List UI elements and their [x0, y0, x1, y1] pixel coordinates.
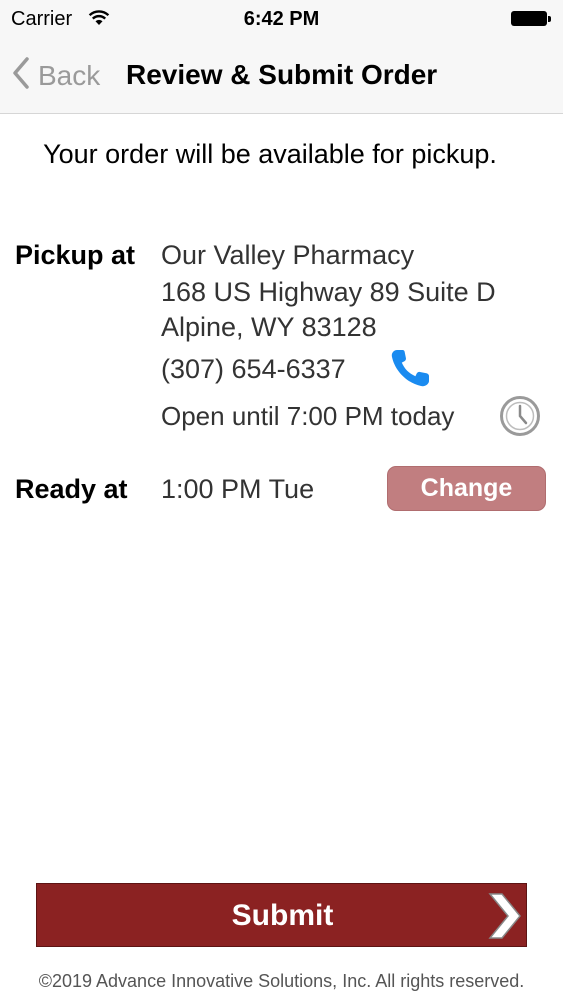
ready-label: Ready at [15, 474, 128, 504]
clock-icon [499, 395, 541, 442]
navigation-bar: Back Review & Submit Order [0, 40, 563, 114]
pharmacy-address-line2: Alpine, WY 83128 [161, 312, 377, 342]
pharmacy-address-line1: 168 US Highway 89 Suite D [161, 277, 496, 307]
status-bar: Carrier 6:42 PM [0, 0, 563, 40]
pickup-notice: Your order will be available for pickup. [43, 139, 497, 169]
status-time: 6:42 PM [243, 8, 320, 30]
pharmacy-phone[interactable]: (307) 654-6337 [161, 354, 346, 385]
ready-time: 1:00 PM Tue [161, 474, 315, 504]
battery-icon [511, 11, 551, 26]
phone-icon[interactable] [389, 347, 433, 394]
page-title: Review & Submit Order [126, 59, 438, 90]
chevron-left-icon [12, 56, 30, 95]
submit-button[interactable]: Submit [36, 883, 527, 947]
pharmacy-hours: Open until 7:00 PM today [161, 401, 455, 431]
copyright-text: ©2019 Advance Innovative Solutions, Inc.… [38, 971, 525, 991]
back-button[interactable]: Back [12, 56, 100, 95]
pharmacy-name: Our Valley Pharmacy [161, 240, 415, 270]
chevron-right-icon [486, 892, 522, 945]
back-label: Back [38, 59, 101, 91]
submit-label: Submit [231, 899, 334, 932]
change-time-button[interactable]: Change [387, 466, 546, 511]
pickup-label: Pickup at [15, 240, 136, 270]
